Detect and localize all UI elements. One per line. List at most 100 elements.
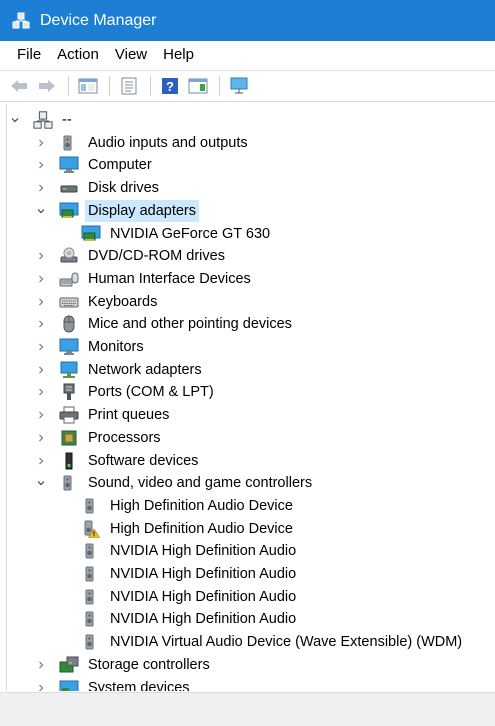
tree-item-label: System devices [88,679,190,692]
device-manager-icon [12,12,30,30]
tree-category[interactable]: Display adapters [35,199,199,222]
scan-hardware-icon[interactable] [226,74,252,98]
tree-item-label: Print queues [88,407,170,424]
tree-item-label: High Definition Audio Device [110,520,293,537]
disk-drive-icon [59,179,79,197]
chevron-right-icon[interactable] [35,404,47,426]
tree-category[interactable]: Mice and other pointing devices [35,313,295,335]
tree-item-label: Keyboards [88,293,158,310]
tree-item-label: NVIDIA GeForce GT 630 [110,225,271,242]
chevron-right-icon[interactable] [35,336,47,358]
speaker-icon [81,542,101,560]
dvd-drive-icon [59,247,79,265]
chevron-right-icon[interactable] [35,268,47,290]
speaker-icon [81,588,101,606]
chevron-down-icon[interactable] [35,200,47,222]
display-adapter-icon [81,225,101,243]
svg-text:?: ? [166,79,174,94]
tree-device[interactable]: NVIDIA GeForce GT 630 [81,223,273,245]
chevron-right-icon[interactable] [35,154,47,176]
forward-arrow-icon[interactable] [34,74,60,98]
menu-view[interactable]: View [107,41,155,69]
tree-item-label: Processors [88,429,161,446]
software-device-icon [59,452,79,470]
speaker-icon [81,610,101,628]
help-icon[interactable]: ? [157,74,183,98]
tree-category[interactable]: Monitors [35,336,147,358]
tree-item-label: Sound, video and game controllers [88,475,313,492]
tree-category[interactable]: Software devices [35,450,201,472]
tree-category[interactable]: Computer [35,154,155,176]
back-arrow-icon[interactable] [6,74,32,98]
tree-category[interactable]: Storage controllers [35,654,213,676]
tree-category[interactable]: System devices [35,677,193,692]
menu-help[interactable]: Help [155,41,202,69]
display-adapter-icon [59,202,79,220]
chevron-right-icon[interactable] [35,291,47,313]
tree-category[interactable]: Disk drives [35,177,162,199]
tree-category[interactable]: Print queues [35,404,172,426]
chevron-right-icon[interactable] [35,132,47,154]
tree-item-label: Storage controllers [88,656,210,673]
chevron-right-icon[interactable] [35,245,47,267]
toolbar: ? [0,70,495,102]
tree-category[interactable]: Audio inputs and outputs [35,132,251,154]
chevron-right-icon[interactable] [35,313,47,335]
tree-device[interactable]: NVIDIA High Definition Audio [81,608,299,630]
toolbar-separator [68,76,69,96]
tree-category[interactable]: DVD/CD-ROM drives [35,245,228,267]
tree-device[interactable]: High Definition Audio Device [81,518,296,540]
status-bar [0,692,495,726]
chevron-right-icon[interactable] [35,427,47,449]
device-tree[interactable]: -- Audio inputs and outputs Computer Disk d… [6,104,495,691]
tree-category[interactable]: Keyboards [35,291,160,313]
tree-item-label: Audio inputs and outputs [88,134,248,151]
menu-bar: File Action View Help [0,41,495,69]
speaker-icon [59,134,79,152]
tree-item-label: NVIDIA High Definition Audio [110,588,297,605]
tree-item-label: Disk drives [88,180,159,197]
toolbar-separator [109,76,110,96]
device-manager-window: Device Manager File Action View Help ? -… [0,0,495,726]
tree-device[interactable]: NVIDIA Virtual Audio Device (Wave Extens… [81,631,465,653]
tree-item-label: Human Interface Devices [88,270,251,287]
chevron-right-icon[interactable] [35,381,47,403]
hid-icon [59,270,79,288]
tree-device[interactable]: NVIDIA High Definition Audio [81,586,299,608]
tree-device[interactable]: High Definition Audio Device [81,495,296,517]
chevron-right-icon[interactable] [35,654,47,676]
tree-item-label: -- [62,112,72,128]
menu-action[interactable]: Action [49,41,107,69]
chevron-right-icon[interactable] [35,177,47,199]
tree-root[interactable]: -- [9,109,75,131]
tree-item-label: NVIDIA High Definition Audio [110,543,297,560]
tree-device[interactable]: NVIDIA High Definition Audio [81,563,299,585]
chevron-right-icon[interactable] [35,677,47,692]
chevron-right-icon[interactable] [35,359,47,381]
tree-device[interactable]: NVIDIA High Definition Audio [81,540,299,562]
tree-item-label: Ports (COM & LPT) [88,384,214,401]
speaker-icon [81,565,101,583]
title-bar[interactable]: Device Manager [0,0,495,41]
show-hide-tree-icon[interactable] [75,74,101,98]
chevron-down-icon[interactable] [35,472,47,494]
chevron-down-icon[interactable] [9,109,21,131]
tree-item-label: NVIDIA High Definition Audio [110,566,297,582]
menu-file[interactable]: File [9,41,49,69]
tree-category[interactable]: Processors [35,427,164,449]
speaker-icon [59,474,79,492]
tree-category[interactable]: Human Interface Devices [35,268,254,290]
tree-item-label: Network adapters [88,361,202,378]
monitor-icon [59,338,79,356]
network-adapter-icon [59,361,79,379]
tree-item-label: NVIDIA Virtual Audio Device (Wave Extens… [110,634,463,651]
speaker-icon [81,497,101,515]
tree-category[interactable]: Ports (COM & LPT) [35,381,217,403]
chevron-right-icon[interactable] [35,450,47,472]
tree-category[interactable]: Sound, video and game controllers [35,472,315,494]
tree-item-label: Computer [88,157,152,174]
tree-category[interactable]: Network adapters [35,359,205,381]
properties-icon[interactable] [116,74,142,98]
keyboard-icon [59,293,79,311]
action-pane-icon[interactable] [185,74,211,98]
